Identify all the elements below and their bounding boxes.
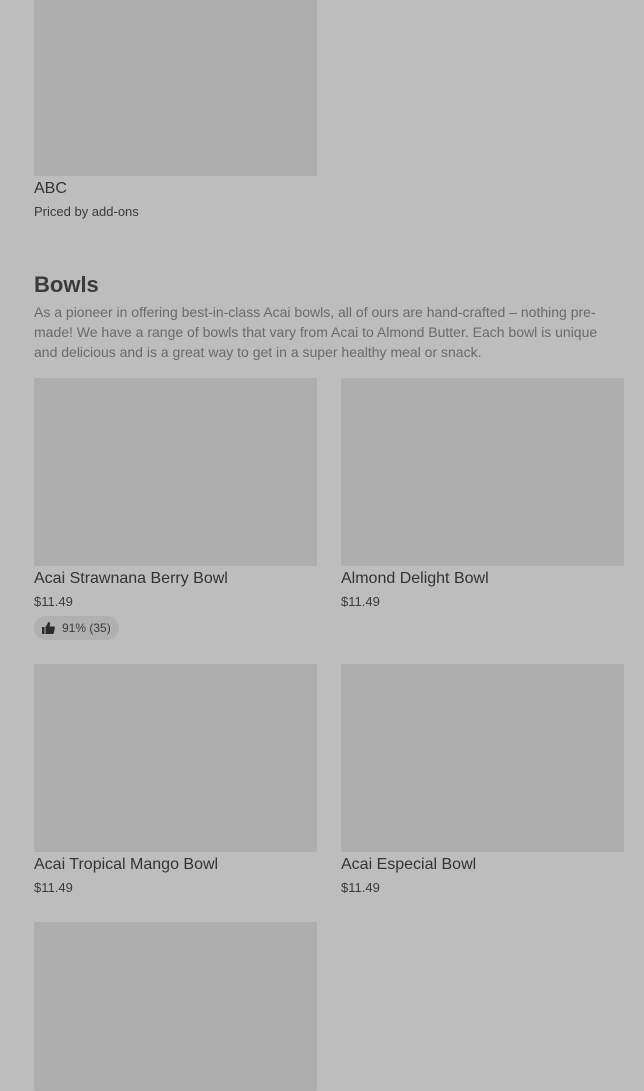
rating-text: 91% (35) [62,621,111,635]
section-title-bowls: Bowls [34,272,99,297]
section-description-bowls: As a pioneer in offering best-in-class A… [34,304,598,360]
thumbs-up-icon [42,622,55,634]
item-image-acai-especial-bowl[interactable] [341,664,624,852]
item-price-acai-especial-bowl: $11.49 [341,880,380,895]
item-price-almond-delight-bowl: $11.49 [341,594,380,609]
item-name-almond-delight-bowl[interactable]: Almond Delight Bowl [341,569,489,589]
item-image-almond-delight-bowl[interactable] [341,378,624,566]
item-image-abc[interactable] [34,0,317,176]
rating-badge: 91% (35) [34,616,119,640]
item-name-abc[interactable]: ABC [34,179,67,199]
item-price-acai-tropical-mango-bowl: $11.49 [34,880,73,895]
item-name-acai-strawnana-berry-bowl[interactable]: Acai Strawnana Berry Bowl [34,569,228,589]
item-name-acai-tropical-mango-bowl[interactable]: Acai Tropical Mango Bowl [34,855,218,875]
item-price-acai-strawnana-berry-bowl: $11.49 [34,594,73,609]
item-price-abc: Priced by add-ons [34,204,139,219]
item-image-next-bowl[interactable] [34,922,317,1091]
item-image-acai-strawnana-berry-bowl[interactable] [34,378,317,566]
item-name-acai-especial-bowl[interactable]: Acai Especial Bowl [341,855,476,875]
item-image-acai-tropical-mango-bowl[interactable] [34,664,317,852]
